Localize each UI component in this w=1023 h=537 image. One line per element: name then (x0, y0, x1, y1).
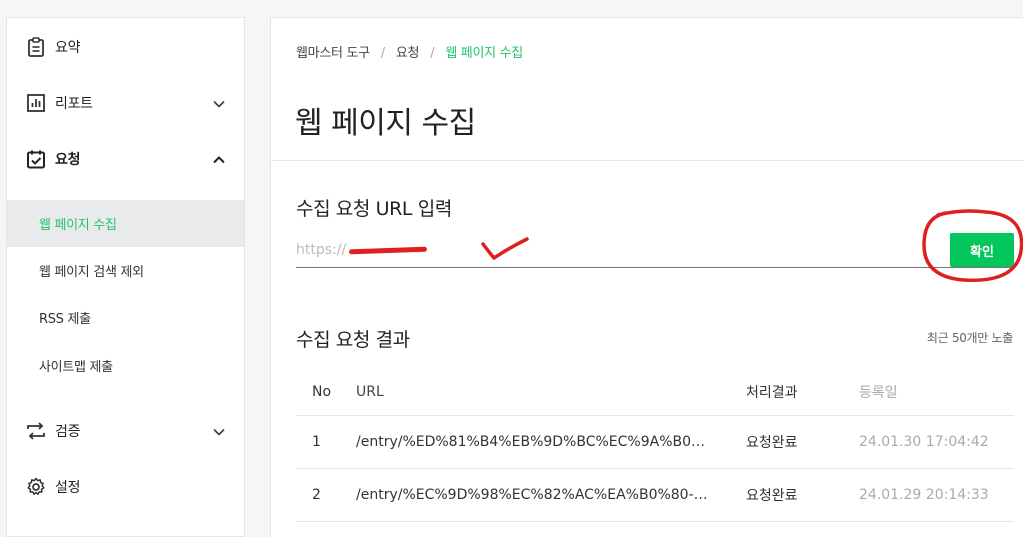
sidebar-item-report[interactable]: 리포트 (7, 83, 244, 123)
sidebar-item-label: 리포트 (55, 96, 93, 112)
gear-icon (27, 477, 45, 495)
results-note: 최근 50개만 노출 (926, 331, 1013, 345)
breadcrumb-item-request[interactable]: 요청 (396, 46, 420, 61)
sidebar-item-verify[interactable]: 검증 (7, 411, 244, 451)
sidebar-item-label: 설정 (55, 480, 81, 496)
sidebar-subitem-sitemap-submit[interactable]: 사이트맵 제출 (7, 342, 244, 389)
row-status: 요청완료 (746, 488, 798, 504)
sidebar-subitem-label: 웹 페이지 수집 (39, 218, 117, 233)
repeat-arrows-icon (27, 422, 45, 440)
sidebar-subitem-rss-submit[interactable]: RSS 제출 (7, 294, 244, 341)
bar-chart-icon (27, 94, 45, 112)
column-header-status: 처리결과 (746, 384, 798, 401)
row-url: /entry/%ED%81%B4%EB%9D%BC%EC%9A%B0… (356, 434, 706, 450)
sidebar-item-summary[interactable]: 요약 (7, 27, 244, 67)
clipboard-icon (28, 37, 44, 57)
chevron-up-icon[interactable] (212, 153, 226, 167)
table-row: 2 /entry/%EC%9D%98%EC%82%AC%EA%B0%80-… 요… (296, 469, 1014, 522)
row-no: 2 (312, 487, 321, 503)
row-date: 24.01.29 20:14:33 (859, 487, 989, 503)
sidebar-item-settings[interactable]: 설정 (7, 467, 244, 507)
page-title: 웹 페이지 수집 (295, 106, 476, 141)
sidebar-item-label: 검증 (55, 424, 81, 440)
breadcrumb-separator: / (430, 46, 435, 61)
url-input-underline (296, 267, 1014, 268)
row-no: 1 (312, 434, 321, 450)
breadcrumb-item-webmaster-tools[interactable]: 웹마스터 도구 (296, 46, 370, 61)
breadcrumb-item-current: 웹 페이지 수집 (445, 46, 523, 61)
column-header-date: 등록일 (859, 384, 898, 401)
sidebar-subitem-web-page-collect[interactable]: 웹 페이지 수집 (7, 200, 244, 247)
main-panel: 웹마스터 도구 / 요청 / 웹 페이지 수집 웹 페이지 수집 수집 요청 URL 입… (270, 17, 1023, 537)
table-row: 1 /entry/%ED%81%B4%EB%9D%BC%EC%9A%B0… 요청… (296, 416, 1014, 469)
results-table: No URL 처리결과 등록일 1 /entry/%ED%81%B4%EB%9D… (296, 368, 1014, 522)
sidebar-subitem-label: 사이트맵 제출 (39, 360, 113, 375)
row-url: /entry/%EC%9D%98%EC%82%AC%EA%B0%80-… (356, 487, 706, 503)
sidebar-subitem-web-page-exclude[interactable]: 웹 페이지 검색 제외 (7, 247, 244, 294)
breadcrumb: 웹마스터 도구 / 요청 / 웹 페이지 수집 (296, 42, 523, 61)
checkmark-annotation-icon (481, 237, 529, 260)
circle-annotation-icon (922, 209, 1023, 282)
sidebar-item-label: 요청 (55, 152, 81, 168)
sidebar: 요약 리포트 요청 웹 페이지 수집 웹 페이지 검색 제외 RSS 제출 사이… (6, 17, 245, 537)
table-header-row: No URL 처리결과 등록일 (296, 368, 1014, 416)
breadcrumb-separator: / (380, 46, 385, 61)
sidebar-item-request[interactable]: 요청 (7, 139, 244, 179)
header-divider (271, 160, 1023, 161)
chevron-down-icon[interactable] (212, 97, 226, 111)
request-form-title: 수집 요청 URL 입력 (296, 198, 452, 220)
row-date: 24.01.30 17:04:42 (859, 434, 989, 450)
results-title: 수집 요청 결과 (296, 329, 410, 351)
sidebar-subitem-label: RSS 제출 (39, 312, 91, 327)
column-header-url: URL (356, 383, 384, 400)
chevron-down-icon[interactable] (212, 425, 226, 439)
column-header-no: No (312, 383, 332, 400)
sidebar-subitem-label: 웹 페이지 검색 제외 (39, 265, 144, 280)
sidebar-item-label: 요약 (55, 40, 81, 56)
calendar-check-icon (27, 150, 45, 169)
row-status: 요청완료 (746, 435, 798, 451)
